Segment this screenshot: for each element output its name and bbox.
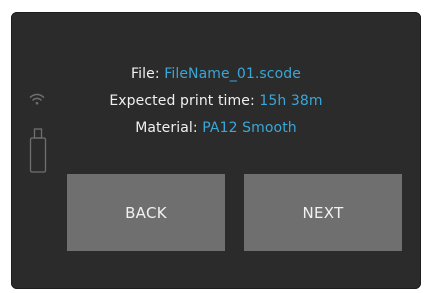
material-line: Material: PA12 Smooth (11, 120, 421, 136)
back-button-label: BACK (125, 203, 167, 222)
back-button[interactable]: BACK (67, 174, 225, 251)
material-value: PA12 Smooth (202, 120, 297, 136)
print-summary-screen: File: FileName_01.scode Expected print t… (11, 12, 421, 289)
next-button-label: NEXT (302, 203, 344, 222)
file-label: File: (131, 66, 160, 82)
wifi-icon (29, 93, 45, 105)
print-time-label: Expected print time: (109, 93, 255, 109)
next-button[interactable]: NEXT (244, 174, 402, 251)
file-name-value: FileName_01.scode (164, 66, 301, 82)
file-info-line: File: FileName_01.scode (11, 66, 421, 82)
print-time-line: Expected print time: 15h 38m (11, 93, 421, 109)
usb-icon (29, 128, 47, 173)
material-label: Material: (135, 120, 198, 136)
print-time-value: 15h 38m (259, 93, 323, 109)
